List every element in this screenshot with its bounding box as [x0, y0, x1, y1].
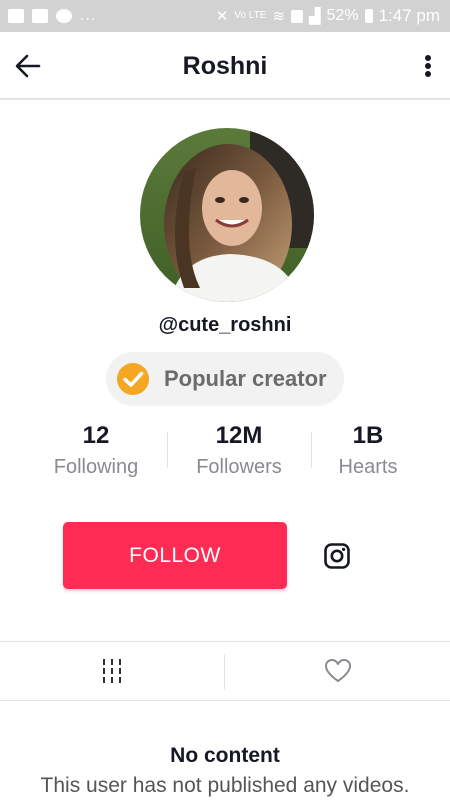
stat-label: Following	[53, 456, 139, 478]
badge-label: Popular creator	[164, 366, 327, 391]
stat-value: 12	[82, 422, 110, 449]
vertical-dots-icon	[425, 55, 431, 77]
stat-label: Followers	[196, 456, 282, 478]
content-tabs	[0, 641, 450, 701]
status-bar-right: ✕ Vo LTE ≋ ▟ 52% 1:47 pm	[216, 6, 440, 26]
instagram-icon	[324, 543, 350, 569]
image-icon	[8, 9, 24, 23]
battery-icon	[364, 9, 373, 23]
follow-button[interactable]: FOLLOW	[63, 522, 287, 589]
instagram-button[interactable]	[324, 543, 350, 569]
tab-liked[interactable]	[226, 642, 450, 700]
username: @cute_roshni	[158, 314, 292, 336]
videos-grid-icon	[103, 659, 121, 683]
stat-divider	[311, 432, 312, 468]
popular-creator-badge[interactable]: Popular creator	[106, 352, 344, 406]
stat-value: 1B	[352, 422, 384, 449]
status-dots: ...	[80, 7, 97, 24]
stat-followers[interactable]: 12M Followers	[182, 420, 296, 482]
signal-icon: ▟	[308, 8, 321, 25]
tab-videos[interactable]	[0, 642, 224, 700]
chat-icon	[56, 9, 72, 23]
empty-state-subtitle: This user has not published any videos.	[40, 774, 410, 797]
stat-hearts[interactable]: 1B Hearts	[322, 420, 414, 482]
sim-icon	[290, 9, 303, 23]
heart-icon	[325, 659, 351, 682]
clock: 1:47 pm	[378, 6, 440, 25]
page-title: Roshni	[182, 52, 268, 80]
network-label: Vo LTE	[234, 10, 267, 21]
wifi-icon: ≋	[272, 8, 285, 25]
avatar[interactable]	[140, 128, 314, 302]
mute-icon: ✕	[215, 8, 229, 25]
folder-icon	[32, 9, 48, 23]
stat-label: Hearts	[338, 456, 398, 478]
stat-divider	[167, 432, 168, 468]
status-bar-left: ...	[8, 7, 96, 25]
stat-value: 12M	[215, 422, 263, 449]
profile-header: Roshni	[0, 32, 450, 100]
status-bar: ... ✕ Vo LTE ≋ ▟ 52% 1:47 pm	[0, 0, 450, 32]
profile-stats: 12 Following 12M Followers 1B Hearts	[0, 420, 450, 490]
avatar-photo	[140, 128, 314, 302]
stat-following[interactable]: 12 Following	[40, 420, 152, 482]
battery-percent: 52%	[326, 7, 359, 24]
check-circle-icon	[117, 363, 149, 395]
tab-divider	[224, 654, 225, 690]
empty-state-title: No content	[170, 744, 280, 767]
more-options-button[interactable]	[416, 50, 440, 82]
